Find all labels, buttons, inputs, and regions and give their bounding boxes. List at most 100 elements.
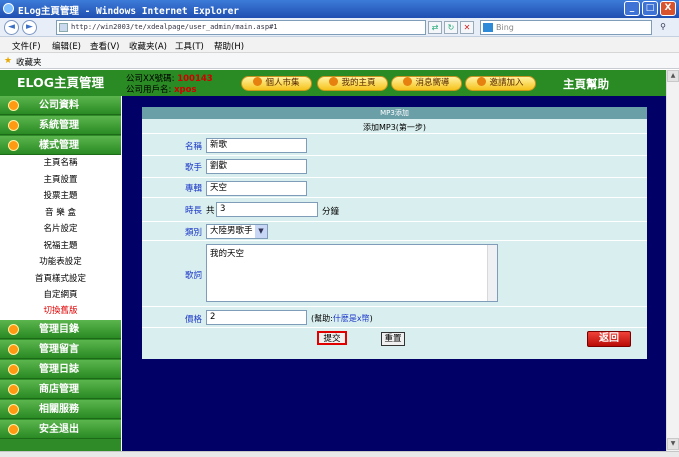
nav-invite[interactable]: 邀請加入 <box>465 76 536 91</box>
scroll-down-icon[interactable]: ▼ <box>667 438 679 450</box>
sidebar-item-system[interactable]: 系統管理 <box>0 116 121 135</box>
star-icon: ★ <box>4 56 13 66</box>
textarea-scrollbar[interactable] <box>487 245 497 301</box>
back-button[interactable]: 返回 <box>587 331 631 347</box>
help-prefix: (幫助: <box>311 314 333 323</box>
sidebar-label: 樣式管理 <box>39 140 79 151</box>
lyrics-textarea[interactable]: 我的天空 <box>206 244 498 302</box>
sidebar-item-company-info[interactable]: 公司資料 <box>0 96 121 115</box>
form-subheader: 添加MP3(第一步) <box>142 121 647 134</box>
sidebar-label: 管理目錄 <box>39 324 79 335</box>
submenu-item[interactable]: 首頁樣式設定 <box>0 271 121 288</box>
form-header: MP3添加 <box>142 107 647 119</box>
scroll-up-icon[interactable]: ▲ <box>667 70 679 82</box>
favorites-button[interactable]: 收藏夹 <box>16 56 42 68</box>
nav-label: 消息嚮導 <box>415 78 450 88</box>
category-select[interactable]: 大陸男歌手 ▼ <box>206 224 268 239</box>
submenu-item[interactable]: 功能表設定 <box>0 254 121 271</box>
favorites-bar: ★ 收藏夹 <box>0 53 679 69</box>
gear-icon <box>8 140 19 151</box>
sidebar-label: 管理日誌 <box>39 364 79 375</box>
sidebar-item-style[interactable]: 樣式管理 <box>0 136 121 155</box>
nav-label: 個人市集 <box>265 78 300 88</box>
price-input[interactable]: 2 <box>206 310 307 325</box>
search-icon[interactable]: ⚲ <box>656 21 670 34</box>
mp3-form-panel: MP3添加 添加MP3(第一步) 名稱 新歌 歌手 劉歡 專輯 天空 時長 共 … <box>142 107 647 359</box>
submenu-item[interactable]: 主頁設置 <box>0 172 121 189</box>
price-label: 價格 <box>184 315 202 325</box>
help-link[interactable]: 什麽是x幣 <box>333 314 370 323</box>
search-placeholder: Bing <box>496 23 514 32</box>
sidebar-label: 相關服務 <box>39 404 79 415</box>
minimize-button[interactable]: _ <box>624 1 640 16</box>
singer-input[interactable]: 劉歡 <box>206 159 307 174</box>
user-label: 公司用戶名: <box>126 85 172 95</box>
submenu-item[interactable]: 祝福主題 <box>0 238 121 255</box>
sidebar-item-logout[interactable]: 安全退出 <box>0 420 121 439</box>
submenu-item[interactable]: 名片設定 <box>0 221 121 238</box>
submenu-item[interactable]: 音 樂 盒 <box>0 205 121 222</box>
arrow-icon <box>329 77 339 86</box>
submit-button[interactable]: 提交 <box>317 331 347 345</box>
nav-label: 邀請加入 <box>489 78 524 88</box>
go-icon[interactable]: ⇄ <box>428 21 442 34</box>
gear-icon <box>8 364 19 375</box>
status-bar <box>0 451 679 457</box>
sidebar-item-store[interactable]: 商店管理 <box>0 380 121 399</box>
menu-help[interactable]: 帮助(H) <box>214 40 244 52</box>
duration-input[interactable]: 3 <box>216 202 318 217</box>
menu-edit[interactable]: 编辑(E) <box>52 40 81 52</box>
duration-unit: 分鐘 <box>322 207 340 217</box>
category-row: 類別 大陸男歌手 ▼ <box>142 222 647 241</box>
sidebar-item-directory[interactable]: 管理目錄 <box>0 320 121 339</box>
homepage-help[interactable]: 主頁幫助 <box>563 76 609 92</box>
nav-personal-market[interactable]: 個人市集 <box>241 76 312 91</box>
gear-icon <box>8 384 19 395</box>
submenu-item-active[interactable]: 切換舊版 <box>0 303 121 320</box>
nav-my-homepage[interactable]: 我的主頁 <box>317 76 388 91</box>
album-label: 專輯 <box>184 184 202 194</box>
reset-button[interactable]: 重置 <box>381 332 405 346</box>
page-header: ELOG主頁管理 公司XX號碼: 100143 公司用戶名: xpos 個人市集… <box>0 70 679 96</box>
submenu-item[interactable]: 自定網頁 <box>0 287 121 304</box>
url-input[interactable]: http://win2003/te/xdealpage/user_admin/m… <box>56 20 426 35</box>
name-label: 名稱 <box>184 142 202 152</box>
menu-view[interactable]: 查看(V) <box>90 40 119 52</box>
sidebar-label: 管理留言 <box>39 344 79 355</box>
stop-icon[interactable]: ✕ <box>460 21 474 34</box>
duration-prefix: 共 <box>206 206 215 216</box>
submenu-item[interactable]: 主頁名稱 <box>0 155 121 172</box>
page-scrollbar[interactable]: ▲ ▼ <box>666 70 679 451</box>
window-title: ELog主頁管理 - Windows Internet Explorer <box>18 6 240 17</box>
sidebar-label: 系統管理 <box>39 120 79 131</box>
sidebar-item-logs[interactable]: 管理日誌 <box>0 360 121 379</box>
category-label: 類別 <box>184 228 202 238</box>
sidebar-label: 公司資料 <box>39 100 79 111</box>
nav-label: 我的主頁 <box>341 78 376 88</box>
ie-icon <box>3 3 14 14</box>
refresh-icon[interactable]: ↻ <box>444 21 458 34</box>
lyrics-label: 歌詞 <box>184 271 202 281</box>
nav-message-guide[interactable]: 消息嚮導 <box>391 76 462 91</box>
gear-icon <box>8 324 19 335</box>
search-input[interactable]: Bing <box>480 20 652 35</box>
back-icon[interactable]: ◄ <box>4 20 19 35</box>
gear-icon <box>8 424 19 435</box>
name-input[interactable]: 新歌 <box>206 138 307 153</box>
gear-icon <box>8 100 19 111</box>
close-button[interactable]: X <box>660 1 676 16</box>
menu-file[interactable]: 文件(F) <box>12 40 41 52</box>
sidebar-item-messages[interactable]: 管理留言 <box>0 340 121 359</box>
menu-tools[interactable]: 工具(T) <box>175 40 204 52</box>
maximize-button[interactable]: □ <box>642 1 658 16</box>
singer-label: 歌手 <box>184 163 202 173</box>
sidebar-label: 安全退出 <box>39 424 79 435</box>
sidebar-item-services[interactable]: 相關服務 <box>0 400 121 419</box>
forward-icon[interactable]: ► <box>22 20 37 35</box>
menu-favorites[interactable]: 收藏夹(A) <box>129 40 167 52</box>
arrow-icon <box>477 77 487 86</box>
album-input[interactable]: 天空 <box>206 181 307 196</box>
category-value: 大陸男歌手 <box>210 226 253 236</box>
submenu-item[interactable]: 投票主題 <box>0 188 121 205</box>
album-row: 專輯 天空 <box>142 178 647 198</box>
